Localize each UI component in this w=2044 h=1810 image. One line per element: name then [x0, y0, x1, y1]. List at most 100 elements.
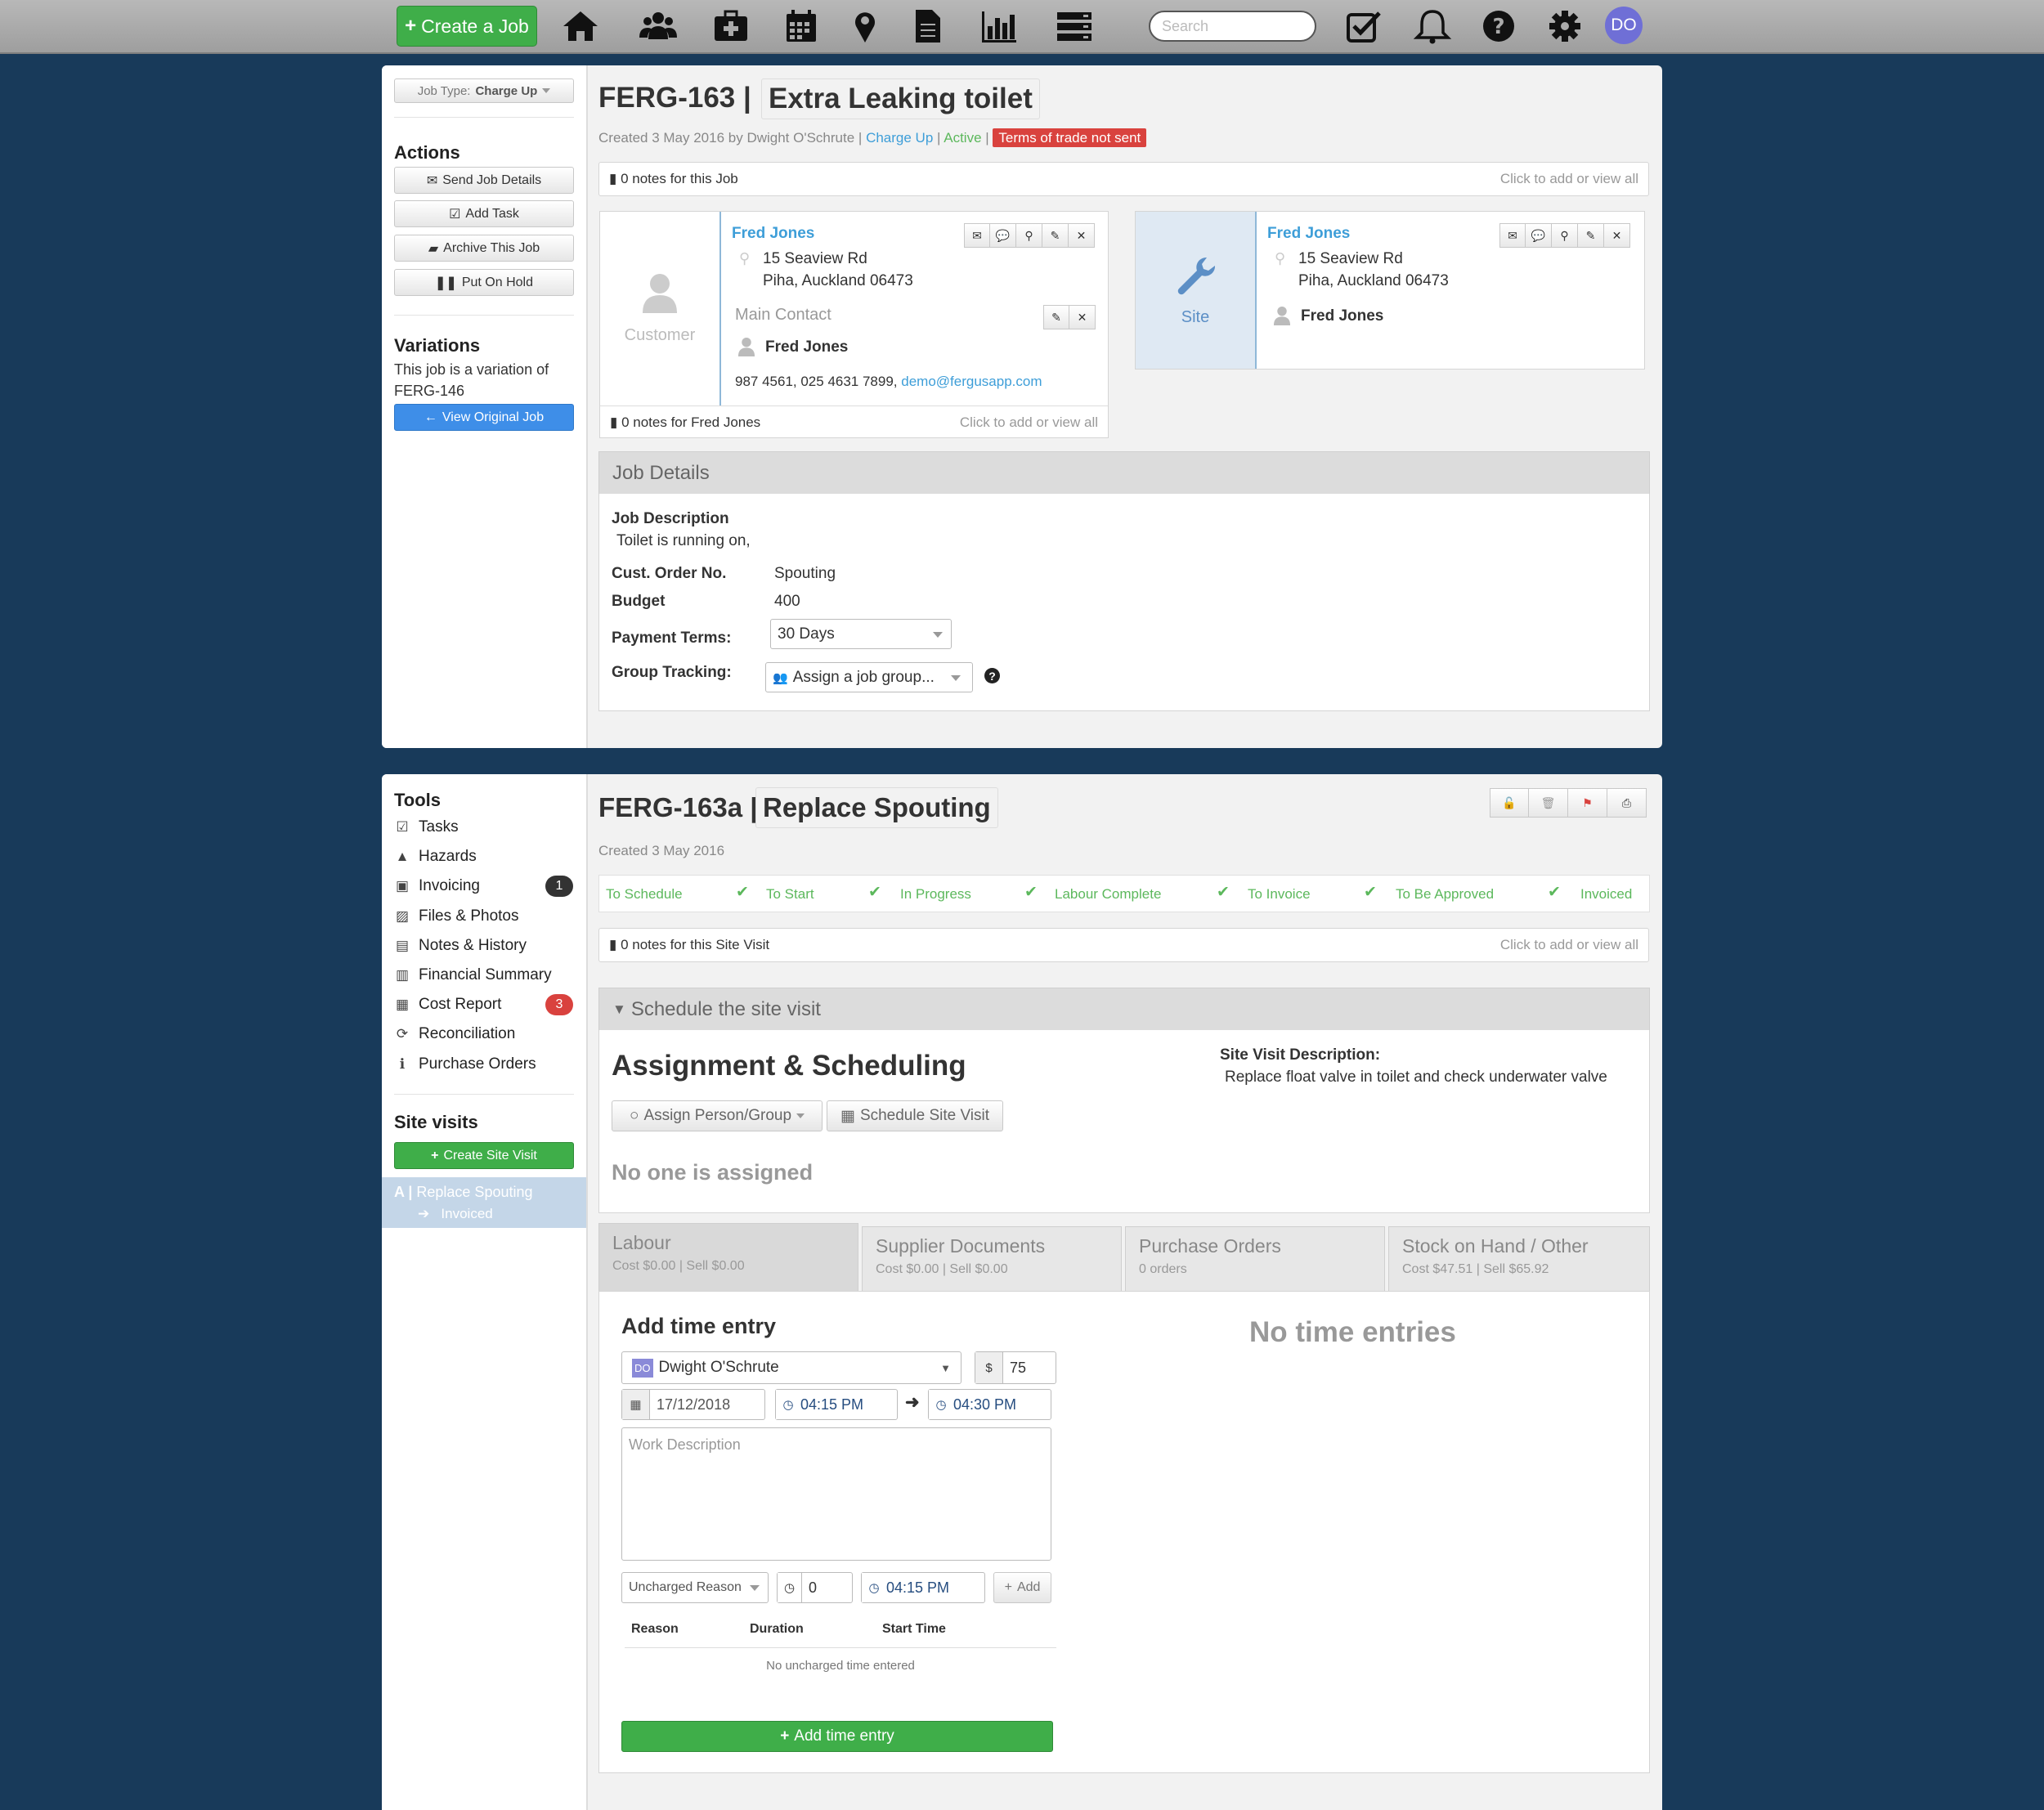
date-input[interactable]: ▦ 17/12/2018: [621, 1389, 765, 1420]
start-time-input[interactable]: ◷ 04:15 PM: [775, 1389, 898, 1420]
status-to-schedule[interactable]: To Schedule: [606, 886, 683, 903]
gear-icon[interactable]: [1544, 8, 1585, 44]
sms-icon[interactable]: 💬: [990, 223, 1016, 248]
site-name-link[interactable]: Fred Jones: [1267, 225, 1350, 243]
job-type-link[interactable]: Charge Up: [866, 130, 933, 146]
status-labour-complete[interactable]: Labour Complete: [1055, 886, 1161, 903]
tab-purchase-orders[interactable]: Purchase Orders 0 orders: [1125, 1226, 1385, 1292]
create-site-visit-button[interactable]: + Create Site Visit: [394, 1142, 574, 1169]
unlock-icon[interactable]: 🔓: [1490, 788, 1529, 818]
tool-item-financial-summary[interactable]: ▥ Financial Summary: [394, 966, 552, 984]
server-icon[interactable]: [1054, 8, 1095, 44]
send-job-details-button[interactable]: ✉ Send Job Details: [394, 167, 574, 194]
email-icon[interactable]: ✉: [964, 223, 990, 248]
schedule-header[interactable]: ▼ Schedule the site visit: [598, 988, 1650, 1031]
group-tracking-select[interactable]: 👥 Assign a job group...: [765, 662, 973, 692]
visit-notes-bar[interactable]: ▮ 0 notes for this Site Visit Click to a…: [598, 928, 1649, 962]
tab-labour[interactable]: Labour Cost $0.00 | Sell $0.00: [598, 1223, 858, 1292]
clock-icon: ◷: [862, 1573, 886, 1602]
sms-icon[interactable]: 💬: [1526, 223, 1552, 248]
tool-item-purchase-orders[interactable]: ℹ Purchase Orders: [394, 1055, 536, 1073]
tool-item-tasks[interactable]: ☑ Tasks: [394, 818, 458, 836]
home-icon[interactable]: [560, 8, 601, 44]
contact-action-buttons: ✎ ✕: [1043, 305, 1096, 329]
flag-icon[interactable]: ⚑: [1568, 788, 1607, 818]
end-time-input[interactable]: ◷ 04:30 PM: [928, 1389, 1051, 1420]
clock-icon: ◷: [776, 1390, 800, 1419]
add-task-button[interactable]: ☑ Add Task: [394, 200, 574, 227]
site-address-line1: 15 Seaview Rd: [1298, 250, 1403, 267]
map-marker-icon[interactable]: [845, 8, 885, 44]
check-square-icon[interactable]: [1343, 8, 1384, 44]
tool-item-reconciliation[interactable]: ⟳ Reconciliation: [394, 1025, 515, 1043]
payment-terms-select[interactable]: 30 Days: [770, 619, 952, 649]
job-title-editable[interactable]: Extra Leaking toilet: [761, 78, 1040, 119]
trash-icon[interactable]: 🗑: [1529, 788, 1568, 818]
duration-input[interactable]: ◷ 0: [777, 1572, 853, 1603]
uncharged-start-input[interactable]: ◷ 04:15 PM: [861, 1572, 985, 1603]
avatar[interactable]: DO: [1605, 7, 1643, 44]
close-icon[interactable]: ✕: [1604, 223, 1630, 248]
bar-chart-icon[interactable]: [979, 8, 1020, 44]
pencil-icon[interactable]: ✎: [1042, 223, 1069, 248]
medkit-icon[interactable]: [710, 8, 751, 44]
schedule-site-visit-button[interactable]: ▦ Schedule Site Visit: [827, 1100, 1003, 1131]
close-icon[interactable]: ✕: [1069, 305, 1096, 329]
tab-supplier-documents[interactable]: Supplier Documents Cost $0.00 | Sell $0.0…: [862, 1226, 1122, 1292]
job-type-dropdown[interactable]: Job Type: Charge Up: [394, 78, 574, 103]
tab-purchase-orders-sub: 0 orders: [1139, 1262, 1187, 1276]
tool-item-notes-history[interactable]: ▤ Notes & History: [394, 937, 527, 955]
calendar-icon[interactable]: [781, 8, 822, 44]
status-to-start[interactable]: To Start: [766, 886, 814, 903]
question-icon[interactable]: ?: [1478, 8, 1519, 44]
work-description-textarea[interactable]: Work Description: [621, 1427, 1051, 1561]
group-tracking-value: Assign a job group...: [792, 668, 935, 686]
site-visits-heading: Site visits: [394, 1112, 478, 1132]
customer-name-link[interactable]: Fred Jones: [732, 225, 814, 243]
help-icon[interactable]: ?: [984, 668, 1000, 683]
email-icon[interactable]: ✉: [1499, 223, 1526, 248]
view-original-job-button[interactable]: ← View Original Job: [394, 404, 574, 431]
tab-stock-on-hand[interactable]: Stock on Hand / Other Cost $47.51 | Sell …: [1388, 1226, 1650, 1292]
add-time-entry-button[interactable]: + Add time entry: [621, 1721, 1053, 1752]
close-icon[interactable]: ✕: [1069, 223, 1095, 248]
add-uncharged-label: Add: [1016, 1580, 1041, 1594]
rate-input[interactable]: $75: [975, 1351, 1056, 1384]
archive-job-label: Archive This Job: [443, 240, 540, 255]
visit-notes-action: Click to add or view all: [1499, 937, 1638, 952]
status-invoiced[interactable]: Invoiced: [1580, 886, 1632, 903]
status-in-progress[interactable]: In Progress: [900, 886, 971, 903]
pencil-icon[interactable]: ✎: [1578, 223, 1604, 248]
pencil-icon[interactable]: ✎: [1043, 305, 1069, 329]
put-on-hold-button[interactable]: ❚❚ Put On Hold: [394, 269, 574, 296]
caret-down-icon: [933, 631, 943, 638]
customer-notes-bar[interactable]: ▮ 0 notes for Fred Jones Click to add or…: [600, 405, 1108, 438]
uncharged-reason-select[interactable]: Uncharged Reason: [621, 1572, 769, 1603]
job-notes-bar[interactable]: ▮ 0 notes for this Job Click to add or v…: [598, 162, 1649, 196]
map-marker-icon[interactable]: ⚲: [1552, 223, 1578, 248]
person-value: Dwight O'Schrute: [658, 1359, 779, 1376]
users-icon[interactable]: [638, 8, 679, 44]
map-marker-icon[interactable]: ⚲: [1016, 223, 1042, 248]
status-to-be-approved[interactable]: To Be Approved: [1396, 886, 1494, 903]
site-visit-item-active[interactable]: A | Replace Spouting ➔ Invoiced: [382, 1177, 586, 1228]
contact-email-link[interactable]: demo@fergusapp.com: [901, 374, 1042, 389]
job-created: Created 3 May 2016 by Dwight O'Schrute |: [598, 130, 863, 146]
search-input[interactable]: Search: [1149, 11, 1316, 42]
tool-item-hazards[interactable]: ▲ Hazards: [394, 848, 477, 866]
archive-job-button[interactable]: ▰ Archive This Job: [394, 235, 574, 262]
create-job-button[interactable]: + Create a Job: [397, 6, 537, 47]
print-icon[interactable]: ⎙: [1607, 788, 1647, 818]
person-select[interactable]: DO Dwight O'Schrute ▼: [621, 1351, 961, 1384]
bell-icon[interactable]: [1412, 8, 1453, 44]
add-uncharged-button[interactable]: + Add: [993, 1572, 1051, 1603]
document-icon[interactable]: [908, 8, 948, 44]
status-to-invoice[interactable]: To Invoice: [1248, 886, 1311, 903]
tool-item-cost-report[interactable]: ▦ Cost Report: [394, 996, 501, 1014]
tool-item-files-photos[interactable]: ▨ Files & Photos: [394, 907, 519, 925]
tool-item-invoicing[interactable]: ▣ Invoicing: [394, 877, 480, 895]
assign-person-button[interactable]: ○ Assign Person/Group: [612, 1100, 823, 1131]
check-icon: ✔: [1024, 884, 1038, 901]
terms-badge[interactable]: Terms of trade not sent: [993, 128, 1147, 147]
visit-title-editable[interactable]: Replace Spouting: [755, 787, 998, 828]
